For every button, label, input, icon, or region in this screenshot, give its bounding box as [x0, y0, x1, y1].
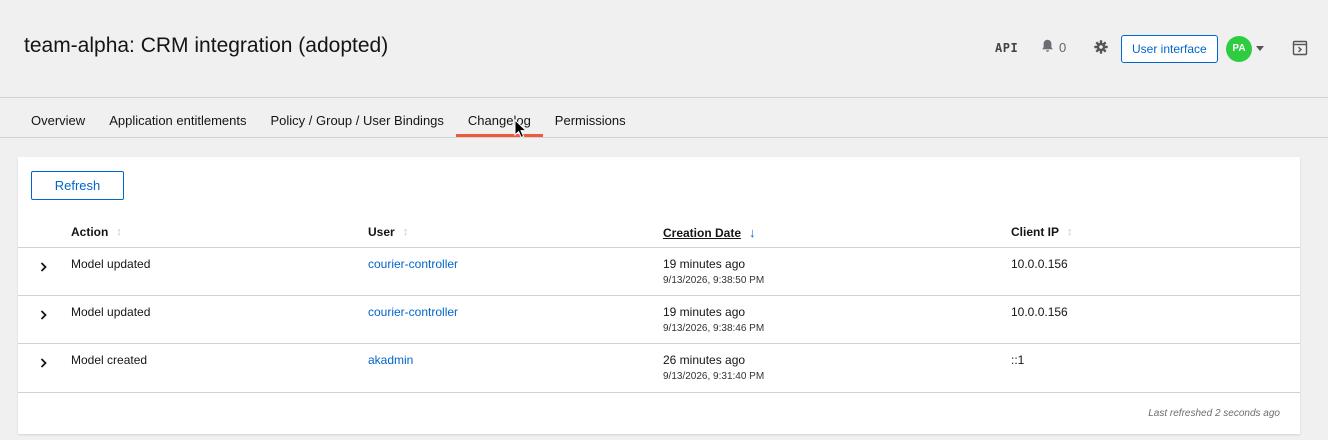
- arrow-down-icon: ↓: [749, 225, 756, 240]
- row-relative-time: 19 minutes ago: [663, 305, 746, 319]
- tab-application-entitlements[interactable]: Application entitlements: [97, 99, 258, 137]
- settings-button[interactable]: [1094, 40, 1108, 59]
- column-header-action[interactable]: Action ↕: [71, 225, 122, 239]
- tab-overview[interactable]: Overview: [19, 99, 97, 137]
- row-client-ip: 10.0.0.156: [1011, 257, 1068, 271]
- notifications-button[interactable]: 0: [1041, 39, 1066, 56]
- tab-bar: Overview Application entitlements Policy…: [0, 99, 1328, 138]
- chevron-right-icon[interactable]: [40, 259, 48, 277]
- column-header-client-ip[interactable]: Client IP ↕: [1011, 225, 1073, 239]
- sort-icon: ↕: [402, 226, 409, 238]
- last-refreshed-text: Last refreshed 2 seconds ago: [1148, 408, 1280, 419]
- chevron-right-icon[interactable]: [40, 307, 48, 325]
- drawer-toggle-icon[interactable]: [1292, 40, 1308, 61]
- table-row: Model updated courier-controller 19 minu…: [18, 247, 1300, 295]
- table-footer-divider: [18, 392, 1300, 393]
- avatar[interactable]: PA: [1226, 36, 1252, 62]
- bell-icon: [1041, 39, 1054, 56]
- row-relative-time: 19 minutes ago: [663, 257, 746, 271]
- caret-down-icon[interactable]: [1256, 46, 1264, 51]
- row-creation-date: 26 minutes ago 9/13/2026, 9:31:40 PM: [663, 353, 764, 382]
- tab-changelog[interactable]: Changelog: [455, 99, 543, 137]
- row-timestamp: 9/13/2026, 9:31:40 PM: [663, 371, 765, 382]
- api-button[interactable]: API: [995, 41, 1018, 55]
- gear-icon: [1094, 40, 1108, 58]
- row-client-ip: ::1: [1011, 353, 1025, 367]
- row-user-link[interactable]: akadmin: [368, 353, 413, 367]
- row-creation-date: 19 minutes ago 9/13/2026, 9:38:46 PM: [663, 305, 764, 334]
- row-action: Model updated: [71, 305, 151, 319]
- column-header-creation-date[interactable]: Creation Date ↓: [663, 225, 756, 240]
- row-action: Model updated: [71, 257, 151, 271]
- changelog-card: Refresh Action ↕ User ↕ Creation Date ↓ …: [18, 157, 1300, 434]
- column-header-user[interactable]: User ↕: [368, 225, 408, 239]
- table-row: Model updated courier-controller 19 minu…: [18, 295, 1300, 343]
- table-row: Model created akadmin 26 minutes ago 9/1…: [18, 343, 1300, 391]
- refresh-button[interactable]: Refresh: [31, 171, 124, 200]
- page-title: team-alpha: CRM integration (adopted): [24, 34, 389, 57]
- row-client-ip: 10.0.0.156: [1011, 305, 1068, 319]
- header-toolbar: API 0 User interface PA: [968, 35, 1328, 63]
- row-user-link[interactable]: courier-controller: [368, 305, 458, 319]
- sort-icon: ↕: [116, 226, 122, 238]
- row-timestamp: 9/13/2026, 9:38:46 PM: [663, 323, 765, 334]
- tab-policy-group-user-bindings[interactable]: Policy / Group / User Bindings: [259, 99, 456, 137]
- page-header: team-alpha: CRM integration (adopted) AP…: [0, 0, 1328, 98]
- chevron-right-icon[interactable]: [40, 355, 48, 373]
- row-user-link[interactable]: courier-controller: [368, 257, 458, 271]
- user-interface-button[interactable]: User interface: [1121, 35, 1218, 63]
- row-creation-date: 19 minutes ago 9/13/2026, 9:38:50 PM: [663, 257, 764, 286]
- row-relative-time: 26 minutes ago: [663, 353, 746, 367]
- row-timestamp: 9/13/2026, 9:38:50 PM: [663, 275, 765, 286]
- row-action: Model created: [71, 353, 148, 367]
- tab-permissions[interactable]: Permissions: [543, 99, 638, 137]
- notification-count: 0: [1059, 40, 1067, 55]
- sort-icon: ↕: [1067, 226, 1073, 238]
- mouse-cursor-icon: [514, 118, 528, 144]
